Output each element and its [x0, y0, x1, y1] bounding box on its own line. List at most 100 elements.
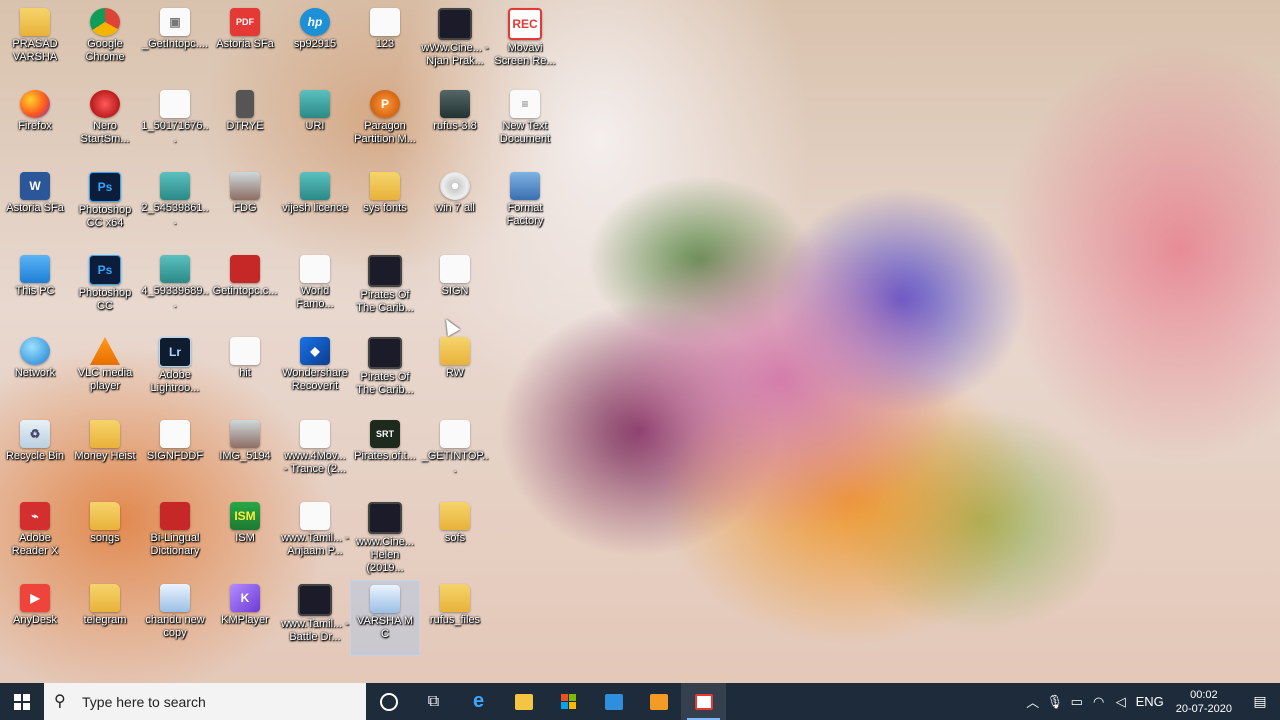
- desktop-icon[interactable]: sys fonts: [350, 168, 420, 244]
- desktop-icon[interactable]: Bi-Lingual Dictionary: [140, 498, 210, 574]
- paragon-icon: P: [370, 90, 400, 118]
- desktop-icon[interactable]: Money Heist: [70, 416, 140, 492]
- desktop-icon[interactable]: ◆ Wondershare Recoverit: [280, 333, 350, 409]
- desktop-icon[interactable]: 123: [350, 4, 420, 80]
- desktop-icon[interactable]: Lr Adobe Lightroo...: [140, 333, 210, 409]
- cortana-button[interactable]: [366, 683, 411, 720]
- desktop-icon-label: KMPlayer: [221, 614, 269, 626]
- desktop-icon[interactable]: SRT Pirates.of.t...: [350, 416, 420, 492]
- taskbar-mail-button[interactable]: [591, 683, 636, 720]
- photo-icon: [230, 420, 260, 448]
- desktop-icon[interactable]: rufus-3.8: [420, 86, 490, 162]
- desktop-icon[interactable]: ▣ _GetIntopc....: [140, 4, 210, 80]
- desktop-icon[interactable]: ≡ New Text Document: [490, 86, 560, 162]
- desktop-icon[interactable]: ♻ Recycle Bin: [0, 416, 70, 492]
- search-box[interactable]: ⚲ Type here to search: [44, 683, 366, 720]
- desktop-icon[interactable]: www.Tamil... - Anjaam P...: [280, 498, 350, 574]
- desktop-icon[interactable]: IMG_5194: [210, 416, 280, 492]
- desktop-icon[interactable]: W Astoria SFa: [0, 168, 70, 244]
- desktop-icon[interactable]: K KMPlayer: [210, 580, 280, 656]
- taskbar-file-explorer-button[interactable]: [501, 683, 546, 720]
- desktop-icon[interactable]: World Famo...: [280, 251, 350, 327]
- desktop-icon[interactable]: win 7 all: [420, 168, 490, 244]
- movavi-recorder-icon: [694, 693, 713, 710]
- desktop-icon[interactable]: SIGN: [420, 251, 490, 327]
- desktop-icon[interactable]: 4_59339689...: [140, 251, 210, 327]
- disc-icon: [440, 172, 470, 200]
- desktop-icon[interactable]: Getintopc.c...: [210, 251, 280, 327]
- file-icon: [300, 255, 330, 283]
- desktop-icon[interactable]: _GETINTOP...: [420, 416, 490, 492]
- winrar-icon: [230, 255, 260, 283]
- taskbar-movavi-button[interactable]: [681, 683, 726, 720]
- desktop-icon[interactable]: vijesh licence: [280, 168, 350, 244]
- desktop-icon-label: www.Tamil... - Battle Dr...: [281, 618, 349, 643]
- desktop-icon[interactable]: VARSHA M C: [350, 580, 420, 656]
- desktop-icon[interactable]: hit: [210, 333, 280, 409]
- microphone-icon[interactable]: 🎙: [1044, 694, 1066, 710]
- desktop-icon[interactable]: SIGNFDDF: [140, 416, 210, 492]
- desktop-icon[interactable]: 1_50171676...: [140, 86, 210, 162]
- show-hidden-icons-chevron-icon[interactable]: ︿: [1022, 692, 1044, 711]
- desktop-icon[interactable]: Pirates Of The Carib...: [350, 333, 420, 409]
- desktop-icon[interactable]: hp sp92915: [280, 4, 350, 80]
- desktop-icon[interactable]: Nero StartSm...: [70, 86, 140, 162]
- desktop-icon-label: rufus_files: [429, 614, 481, 626]
- desktop-icon-label: Astoria SFa: [216, 38, 274, 50]
- task-view-button[interactable]: ⧉: [411, 683, 456, 720]
- desktop-icon[interactable]: Network: [0, 333, 70, 409]
- desktop-icon-label: Photoshop CC x64: [78, 204, 132, 229]
- action-center-icon[interactable]: ▤: [1240, 693, 1280, 710]
- desktop-icon[interactable]: Google Chrome: [70, 4, 140, 80]
- start-button[interactable]: [0, 683, 44, 720]
- desktop-icon[interactable]: sofs: [420, 498, 490, 574]
- desktop-icon[interactable]: ISM ISM: [210, 498, 280, 574]
- desktop-icon-label: Recycle Bin: [5, 450, 65, 462]
- ticket-icon: [300, 90, 330, 118]
- pdf-icon: PDF: [230, 8, 260, 36]
- store-icon: [561, 694, 576, 709]
- desktop-icon[interactable]: RW: [420, 333, 490, 409]
- desktop-icon[interactable]: Ps Photoshop CC: [70, 251, 140, 327]
- desktop-icon[interactable]: songs: [70, 498, 140, 574]
- desktop-icon[interactable]: wWw.Cine... - Njan Prak...: [420, 4, 490, 80]
- desktop-icon-label: 1_50171676...: [141, 120, 209, 145]
- desktop-icon[interactable]: REC Movavi Screen Re...: [490, 4, 560, 80]
- desktop-icon[interactable]: www.Tamil... - Battle Dr...: [280, 580, 350, 656]
- desktop-icon[interactable]: Pirates Of The Carib...: [350, 251, 420, 327]
- desktop-icon-label: AnyDesk: [12, 614, 58, 626]
- desktop-icon[interactable]: P Paragon Partition M...: [350, 86, 420, 162]
- battery-icon[interactable]: ▭: [1066, 694, 1088, 710]
- anydesk-icon: ▶: [20, 584, 50, 612]
- input-language[interactable]: ENG: [1132, 694, 1168, 709]
- subtitle-icon: SRT: [370, 420, 400, 448]
- desktop-icon[interactable]: URI: [280, 86, 350, 162]
- file-icon: [440, 255, 470, 283]
- desktop-icon[interactable]: DTRYE: [210, 86, 280, 162]
- desktop-icon[interactable]: Format Factory: [490, 168, 560, 244]
- desktop-icon[interactable]: VLC media player: [70, 333, 140, 409]
- desktop-icon[interactable]: www.Cine... Helen (2019...: [350, 498, 420, 574]
- desktop-icon[interactable]: FDG: [210, 168, 280, 244]
- desktop-icon[interactable]: This PC: [0, 251, 70, 327]
- taskbar-video-button[interactable]: [636, 683, 681, 720]
- clock[interactable]: 00:02 20-07-2020: [1168, 688, 1240, 716]
- desktop-icon-label: vijesh licence: [282, 202, 348, 214]
- desktop-icon[interactable]: telegram: [70, 580, 140, 656]
- desktop-icon[interactable]: ⌁ Adobe Reader X: [0, 498, 70, 574]
- photoshop-icon: Ps: [89, 172, 121, 202]
- desktop-icon[interactable]: chandu new copy: [140, 580, 210, 656]
- desktop-icon[interactable]: www.4Mov... - Trance (2...: [280, 416, 350, 492]
- desktop-icon[interactable]: 2_54539861...: [140, 168, 210, 244]
- desktop-icon[interactable]: PRASAD VARSHA: [0, 4, 70, 80]
- desktop-icon-label: URI: [305, 120, 325, 132]
- desktop-icon[interactable]: ▶ AnyDesk: [0, 580, 70, 656]
- desktop-icon[interactable]: Ps Photoshop CC x64: [70, 168, 140, 244]
- taskbar-edge-button[interactable]: e: [456, 683, 501, 720]
- wifi-icon[interactable]: ◠: [1088, 694, 1110, 710]
- desktop-icon[interactable]: PDF Astoria SFa: [210, 4, 280, 80]
- desktop-icon[interactable]: rufus_files: [420, 580, 490, 656]
- desktop-icon[interactable]: Firefox: [0, 86, 70, 162]
- volume-icon[interactable]: ◁: [1110, 694, 1132, 710]
- taskbar-store-button[interactable]: [546, 683, 591, 720]
